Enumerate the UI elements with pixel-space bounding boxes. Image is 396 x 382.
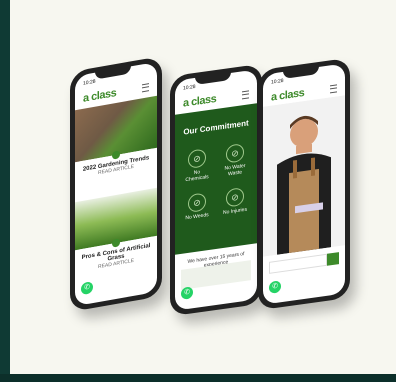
- phone-screen: 10:28 a class 2022 Gardening Trends READ…: [75, 61, 157, 307]
- search-button[interactable]: [327, 252, 339, 266]
- phone-screen: 10:28 a class Our Commitment ⊘ No Chemic…: [175, 69, 257, 311]
- bottom-bar: [0, 374, 396, 382]
- menu-icon[interactable]: [242, 90, 249, 100]
- whatsapp-icon[interactable]: ✆: [81, 281, 93, 296]
- commitment-section: Our Commitment ⊘ No Chemicals ⊘ No Water…: [175, 103, 257, 255]
- commitment-label: No Water Waste: [224, 162, 246, 178]
- menu-icon[interactable]: [142, 83, 149, 93]
- no-chemicals-icon: ⊘: [188, 148, 206, 169]
- section-title: Our Commitment: [183, 118, 249, 137]
- menu-icon[interactable]: [330, 84, 337, 94]
- brand-logo: a class: [83, 86, 117, 105]
- status-time: 10:28: [83, 78, 96, 87]
- gardener-photo: [263, 95, 345, 257]
- phone-screen: 10:28 a class ✆: [263, 63, 345, 305]
- commitment-label: No Chemicals: [185, 169, 209, 184]
- search-input[interactable]: [269, 253, 327, 274]
- no-injuries-icon: ⊘: [226, 187, 244, 208]
- status-time: 10:28: [183, 83, 196, 92]
- status-time: 10:28: [271, 77, 284, 86]
- whatsapp-icon[interactable]: ✆: [269, 280, 281, 294]
- whatsapp-icon[interactable]: ✆: [181, 286, 193, 300]
- background: 10:28 a class 2022 Gardening Trends READ…: [10, 0, 396, 374]
- no-water-waste-icon: ⊘: [226, 143, 244, 164]
- phone-middle: 10:28 a class Our Commitment ⊘ No Chemic…: [170, 63, 262, 317]
- commitment-label: No Injuries: [223, 206, 247, 217]
- brand-logo: a class: [183, 92, 217, 110]
- leaf-icon: [112, 150, 120, 160]
- phone-right: 10:28 a class ✆: [258, 57, 350, 311]
- no-weeds-icon: ⊘: [188, 192, 206, 213]
- commitment-label: No Weeds: [185, 212, 209, 222]
- leaf-icon: [112, 238, 120, 248]
- phone-left: 10:28 a class 2022 Gardening Trends READ…: [70, 55, 162, 313]
